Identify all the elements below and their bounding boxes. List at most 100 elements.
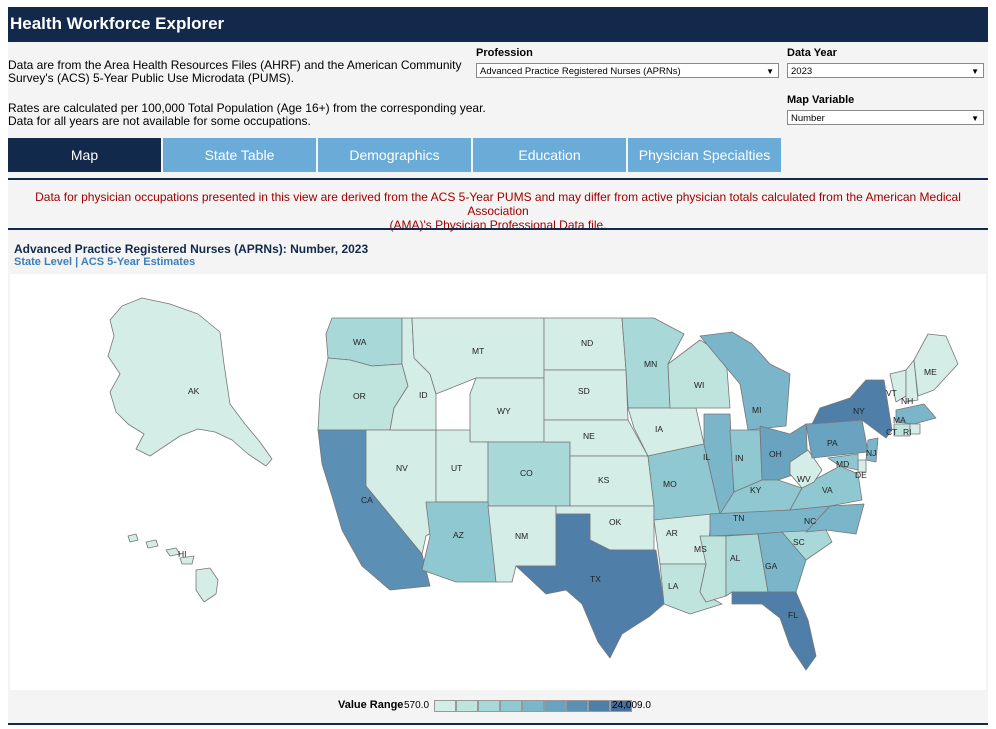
state-label: CO: [520, 468, 533, 478]
profession-select[interactable]: Advanced Practice Registered Nurses (APR…: [476, 63, 779, 78]
state-label: IL: [703, 452, 710, 462]
legend-swatches: [434, 700, 632, 712]
rate-note: Rates are calculated per 100,000 Total P…: [8, 102, 486, 128]
state-label: AL: [730, 553, 741, 563]
tab-physician-specialties[interactable]: Physician Specialties: [628, 138, 781, 172]
state-label: FL: [788, 610, 798, 620]
map-variable-select[interactable]: Number ▼: [787, 110, 984, 125]
legend-swatch: [478, 700, 500, 712]
state-label: ME: [924, 367, 937, 377]
state-label: VA: [822, 485, 833, 495]
state-label: VT: [886, 388, 897, 398]
legend-swatch: [544, 700, 566, 712]
state-label: NJ: [866, 448, 876, 458]
state-label: AK: [188, 386, 200, 396]
state-label: WA: [353, 337, 367, 347]
legend-swatch: [522, 700, 544, 712]
legend-title: Value Range: [338, 699, 404, 711]
state-label: GA: [765, 561, 778, 571]
state-label: DE: [855, 470, 867, 480]
state-label: PA: [827, 438, 838, 448]
rate-note-line-2: Data for all years are not available for…: [8, 114, 311, 128]
tab-demographics[interactable]: Demographics: [318, 138, 471, 172]
state-label: HI: [178, 549, 187, 559]
state-label: NE: [583, 431, 595, 441]
state-HI[interactable]: [127, 533, 219, 603]
divider: [8, 228, 988, 230]
state-label: MN: [644, 359, 657, 369]
state-label: MD: [836, 459, 849, 469]
state-label: OH: [769, 449, 782, 459]
legend-min: 570.0: [404, 700, 430, 711]
state-label: WY: [497, 406, 511, 416]
state-label: MT: [472, 346, 484, 356]
state-label: NC: [804, 516, 816, 526]
source-note-line-2: Survey's (ACS) 5-Year Public Use Microda…: [8, 71, 294, 85]
state-RI[interactable]: [909, 423, 921, 435]
divider: [8, 723, 988, 725]
map-title: Advanced Practice Registered Nurses (APR…: [14, 242, 369, 256]
state-label: TX: [590, 574, 601, 584]
state-label: SC: [793, 537, 805, 547]
data-year-value: 2023: [791, 66, 813, 77]
state-label: NM: [515, 531, 528, 541]
state-label: KS: [598, 475, 610, 485]
tab-education[interactable]: Education: [473, 138, 626, 172]
physician-data-notice: Data for physician occupations presented…: [8, 190, 988, 232]
title-bar: Health Workforce Explorer: [8, 7, 988, 42]
state-ME[interactable]: [913, 333, 959, 397]
state-label: RI: [903, 427, 912, 437]
state-label: MI: [752, 405, 761, 415]
state-label: ND: [581, 338, 593, 348]
state-label: IA: [655, 424, 663, 434]
legend-max: 24,009.0: [612, 700, 651, 711]
dropdown-arrow-icon: ▼: [971, 67, 979, 76]
dropdown-arrow-icon: ▼: [971, 114, 979, 123]
legend-swatch: [434, 700, 456, 712]
state-label: MS: [694, 544, 707, 554]
notice-line-1: Data for physician occupations presented…: [35, 190, 961, 218]
state-AZ[interactable]: [421, 501, 497, 583]
app-title: Health Workforce Explorer: [10, 14, 225, 33]
state-label: LA: [668, 581, 679, 591]
state-label: ID: [419, 390, 428, 400]
state-KS[interactable]: [569, 455, 655, 507]
us-state-map: AK HI WA OR CA NV ID MT WY UT CO AZ NM N…: [107, 297, 959, 671]
map-legend: Value Range 570.0 24,009.0: [8, 699, 988, 715]
state-label: KY: [750, 485, 762, 495]
state-label: AR: [666, 528, 678, 538]
state-label: MO: [663, 479, 677, 489]
state-label: CT: [886, 427, 897, 437]
dropdown-arrow-icon: ▼: [766, 67, 774, 76]
state-label: IN: [735, 453, 744, 463]
state-label: NH: [901, 396, 913, 406]
legend-swatch: [566, 700, 588, 712]
state-FL[interactable]: [731, 591, 817, 671]
state-label: WI: [694, 380, 704, 390]
tab-state-table[interactable]: State Table: [163, 138, 316, 172]
profession-label: Profession: [476, 47, 533, 59]
data-year-label: Data Year: [787, 47, 837, 59]
choropleth-map: AK HI WA OR CA NV ID MT WY UT CO AZ NM N…: [10, 274, 986, 690]
state-label: UT: [451, 463, 462, 473]
dashboard: Health Workforce Explorer Data are from …: [8, 7, 988, 725]
profession-value: Advanced Practice Registered Nurses (APR…: [480, 66, 681, 77]
state-label: TN: [733, 513, 744, 523]
divider: [8, 178, 988, 180]
state-label: AZ: [453, 530, 464, 540]
legend-swatch: [500, 700, 522, 712]
state-label: CA: [361, 495, 373, 505]
state-label: OR: [353, 391, 366, 401]
state-label: SD: [578, 386, 590, 396]
tab-map[interactable]: Map: [8, 138, 161, 172]
state-label: OK: [609, 517, 622, 527]
state-AK[interactable]: [107, 297, 273, 467]
state-label: WV: [797, 474, 811, 484]
state-label: NY: [853, 406, 865, 416]
state-label: MA: [893, 415, 906, 425]
legend-swatch: [588, 700, 610, 712]
data-year-select[interactable]: 2023 ▼: [787, 63, 984, 78]
map-variable-value: Number: [791, 113, 825, 124]
map-variable-label: Map Variable: [787, 94, 855, 106]
source-note: Data are from the Area Health Resources …: [8, 59, 462, 85]
